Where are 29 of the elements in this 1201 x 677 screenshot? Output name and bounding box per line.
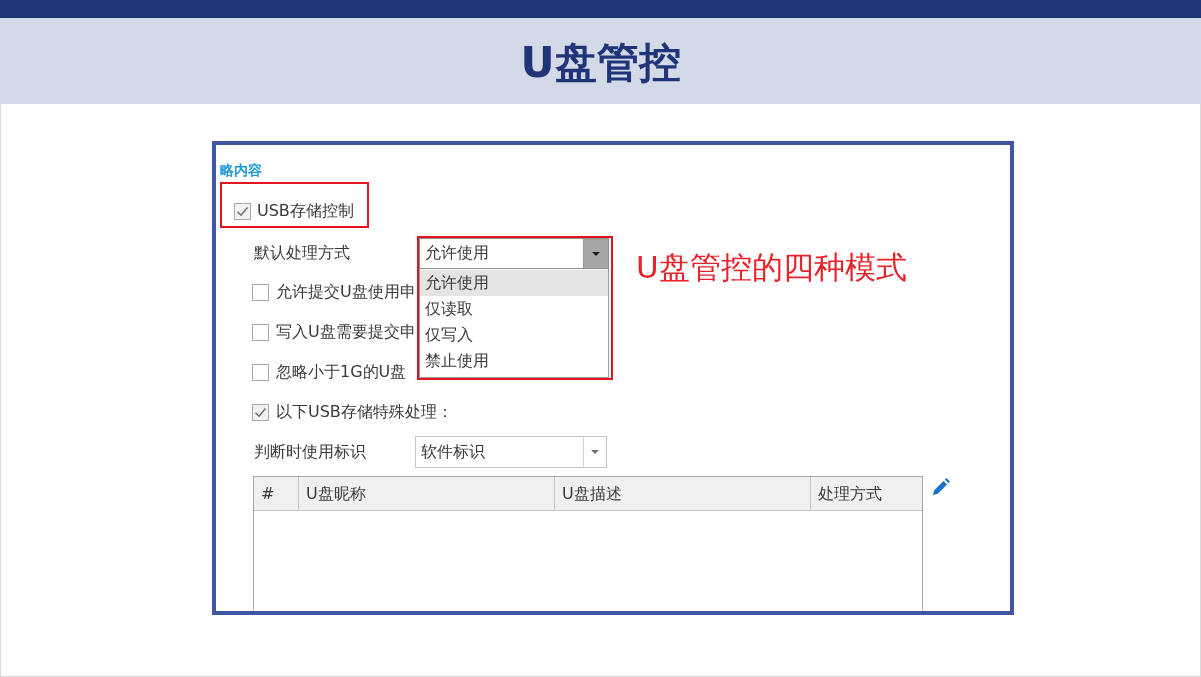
field-label: 默认处理方式 <box>254 242 351 263</box>
column-header: U盘昵称 <box>299 477 555 510</box>
checkbox-label: 以下USB存储特殊处理： <box>276 402 453 422</box>
dropdown-option[interactable]: 禁止使用 <box>420 348 608 374</box>
field-label: 判断时使用标识 <box>254 442 367 462</box>
column-header: U盘描述 <box>555 477 811 510</box>
checkbox-label: 忽略小于1G的U盘 <box>276 362 407 382</box>
checkbox[interactable] <box>252 363 269 381</box>
dropdown[interactable]: 允许使用 <box>419 238 609 269</box>
section-title: 略内容 <box>220 161 262 179</box>
checkbox-label: 写入U盘需要提交申 <box>276 322 416 342</box>
checkbox[interactable] <box>234 202 251 220</box>
column-header: 处理方式 <box>817 483 883 505</box>
column-header: # <box>254 477 299 510</box>
dropdown-option[interactable]: 仅写入 <box>420 322 608 348</box>
dropdown[interactable]: 软件标识 <box>415 436 607 468</box>
checkbox[interactable] <box>252 283 269 301</box>
slide-title: U盘管控 <box>520 38 681 88</box>
dropdown-option[interactable]: 仅读取 <box>420 296 608 322</box>
checkbox[interactable] <box>252 323 269 341</box>
checkbox-label: 允许提交U盘使用申 <box>276 282 416 302</box>
caret-icon <box>591 450 599 454</box>
dropdown-option[interactable]: 允许使用 <box>420 270 608 296</box>
annotation-text: U盘管控的四种模式 <box>636 249 907 285</box>
checkbox[interactable] <box>252 403 269 421</box>
checkbox-label: USB存储控制 <box>257 201 354 221</box>
dropdown-button[interactable] <box>583 239 608 268</box>
caret-icon <box>592 251 600 256</box>
pencil-icon[interactable] <box>932 477 950 496</box>
